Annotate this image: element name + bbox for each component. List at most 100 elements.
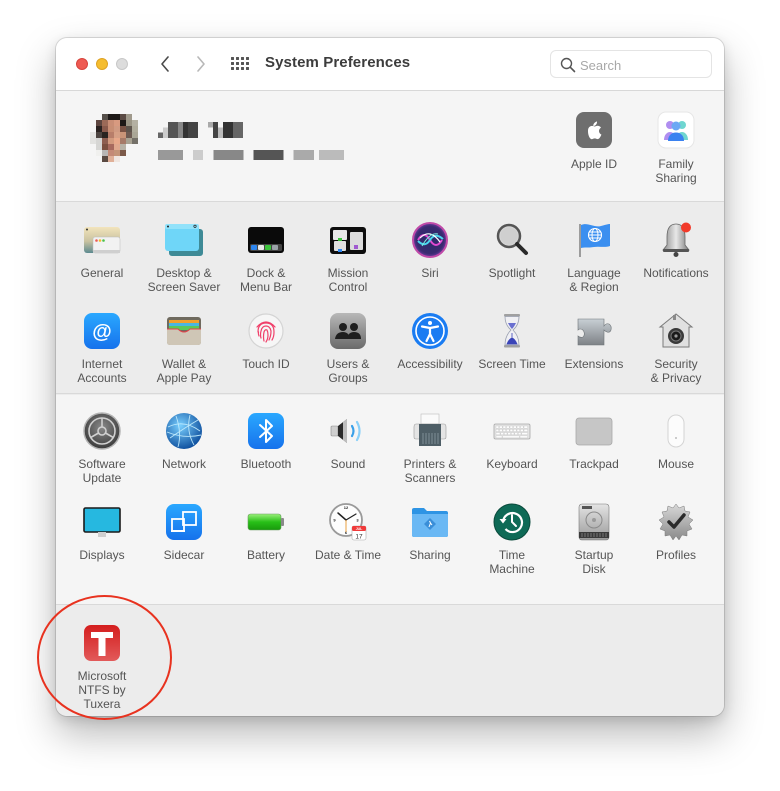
wallet-icon — [164, 311, 204, 351]
pane-label: Battery — [246, 548, 285, 562]
pane-label: Date & Time — [314, 548, 382, 562]
pane-security-house[interactable]: Security & Privacy — [635, 311, 717, 385]
pane-label: Network — [161, 457, 206, 471]
pane-battery[interactable]: Battery — [225, 502, 307, 562]
internet-accounts-icon: @ — [82, 311, 122, 351]
pane-label: Profiles — [655, 548, 696, 562]
pane-hourglass[interactable]: Screen Time — [471, 311, 553, 371]
search-field[interactable] — [550, 50, 712, 78]
show-all-button[interactable] — [231, 56, 249, 72]
pane-label: Users & Groups — [326, 357, 370, 385]
pane-wallet[interactable]: Wallet & Apple Pay — [143, 311, 225, 385]
general-icon — [82, 220, 122, 260]
chevron-right-icon — [197, 56, 205, 72]
pane-puzzle[interactable]: Extensions — [553, 311, 635, 371]
pane-display[interactable]: Displays — [61, 502, 143, 562]
svg-text:@: @ — [92, 321, 112, 343]
close-button[interactable] — [76, 58, 88, 70]
section-personal: General Desktop & Screen Saver Dock & Menu… — [56, 203, 724, 394]
pane-speaker[interactable]: Sound — [307, 411, 389, 471]
pane-accessibility[interactable]: Accessibility — [389, 311, 471, 371]
sharing-folder-icon — [410, 502, 450, 542]
pane-label: Siri — [421, 266, 439, 280]
pane-notifications-bell[interactable]: Notifications — [635, 220, 717, 280]
fingerprint-icon — [246, 311, 286, 351]
dock-icon — [246, 220, 286, 260]
zoom-button[interactable] — [116, 58, 128, 70]
pane-family-sharing[interactable]: Family Sharing — [635, 110, 717, 185]
forward-button[interactable] — [190, 52, 212, 76]
pane-siri[interactable]: Siri — [389, 220, 471, 280]
section-hardware: Software Update Network Bluetooth Sound Prin… — [56, 395, 724, 605]
software-update-icon — [82, 411, 122, 451]
pane-bluetooth[interactable]: Bluetooth — [225, 411, 307, 471]
pane-spotlight[interactable]: Spotlight — [471, 220, 553, 280]
pane-label: Extensions — [564, 357, 624, 371]
pane-mouse[interactable]: Mouse — [635, 411, 717, 471]
pane-printer[interactable]: Printers & Scanners — [389, 411, 471, 485]
pane-apple-id[interactable]: Apple ID — [553, 110, 635, 171]
pane-sidecar[interactable]: Sidecar — [143, 502, 225, 562]
pane-internet-accounts[interactable]: @ Internet Accounts — [61, 311, 143, 385]
pane-startup-disk[interactable]: Startup Disk — [553, 502, 635, 576]
pane-fingerprint[interactable]: Touch ID — [225, 311, 307, 371]
title-bar: System Preferences — [56, 38, 724, 91]
pane-label: Displays — [79, 548, 125, 562]
display-icon — [82, 502, 122, 542]
pane-label: Sharing — [409, 548, 451, 562]
pane-desktop[interactable]: Desktop & Screen Saver — [143, 220, 225, 294]
pane-label: Wallet & Apple Pay — [156, 357, 212, 385]
pane-label: Mission Control — [327, 266, 369, 294]
apple-id-icon — [574, 110, 614, 150]
avatar-image — [90, 114, 138, 162]
puzzle-icon — [574, 311, 614, 351]
pane-users[interactable]: Users & Groups — [307, 311, 389, 385]
pane-label: Bluetooth — [240, 457, 292, 471]
pane-label: Language & Region — [567, 266, 621, 294]
printer-icon — [410, 411, 450, 451]
section-third-party: Microsoft NTFS by Tuxera — [56, 606, 724, 716]
accessibility-icon — [410, 311, 450, 351]
pane-language-flag[interactable]: Language & Region — [553, 220, 635, 294]
pane-software-update[interactable]: Software Update — [61, 411, 143, 485]
pane-label: Startup Disk — [574, 548, 614, 576]
pane-label: Dock & Menu Bar — [239, 266, 293, 294]
avatar[interactable] — [78, 114, 144, 180]
pane-keyboard[interactable]: Keyboard — [471, 411, 553, 471]
pane-label: Notifications — [643, 266, 709, 280]
pane-label: General — [80, 266, 124, 280]
notifications-bell-icon — [656, 220, 696, 260]
pane-profiles-badge[interactable]: Profiles — [635, 502, 717, 562]
pane-dock[interactable]: Dock & Menu Bar — [225, 220, 307, 294]
security-house-icon — [656, 311, 696, 351]
spotlight-icon — [492, 220, 532, 260]
search-input[interactable] — [580, 55, 705, 75]
pane-network-globe[interactable]: Network — [143, 411, 225, 471]
calendar-day: 17 — [355, 534, 363, 541]
pane-mission-control[interactable]: Mission Control — [307, 220, 389, 294]
pane-label: Touch ID — [242, 357, 290, 371]
minimize-button[interactable] — [96, 58, 108, 70]
pane-trackpad[interactable]: Trackpad — [553, 411, 635, 471]
pane-tuxera[interactable]: Microsoft NTFS by Tuxera — [61, 623, 143, 711]
clock-calendar-icon: 12 3 6 9 JUL 17 — [328, 502, 368, 542]
back-button[interactable] — [154, 52, 176, 76]
pane-clock-calendar[interactable]: 12 3 6 9 JUL 17 Date & Time — [307, 502, 389, 562]
pane-label: Keyboard — [486, 457, 538, 471]
pane-general[interactable]: General — [61, 220, 143, 280]
system-preferences-window: System Preferences Search Apple ID Famil… — [56, 38, 724, 716]
network-globe-icon — [164, 411, 204, 451]
pane-label: Apple ID — [570, 157, 618, 171]
pane-label: Printers & Scanners — [403, 457, 457, 485]
pane-label: Sidecar — [163, 548, 205, 562]
pane-sharing-folder[interactable]: Sharing — [389, 502, 471, 562]
pane-label: Mouse — [657, 457, 695, 471]
chevron-left-icon — [161, 56, 169, 72]
bluetooth-icon — [246, 411, 286, 451]
pane-label: Spotlight — [488, 266, 536, 280]
trackpad-icon — [574, 411, 614, 451]
pane-time-machine[interactable]: Time Machine — [471, 502, 553, 576]
language-flag-icon — [574, 220, 614, 260]
window-title: System Preferences — [265, 54, 411, 71]
pane-label: Security & Privacy — [650, 357, 702, 385]
